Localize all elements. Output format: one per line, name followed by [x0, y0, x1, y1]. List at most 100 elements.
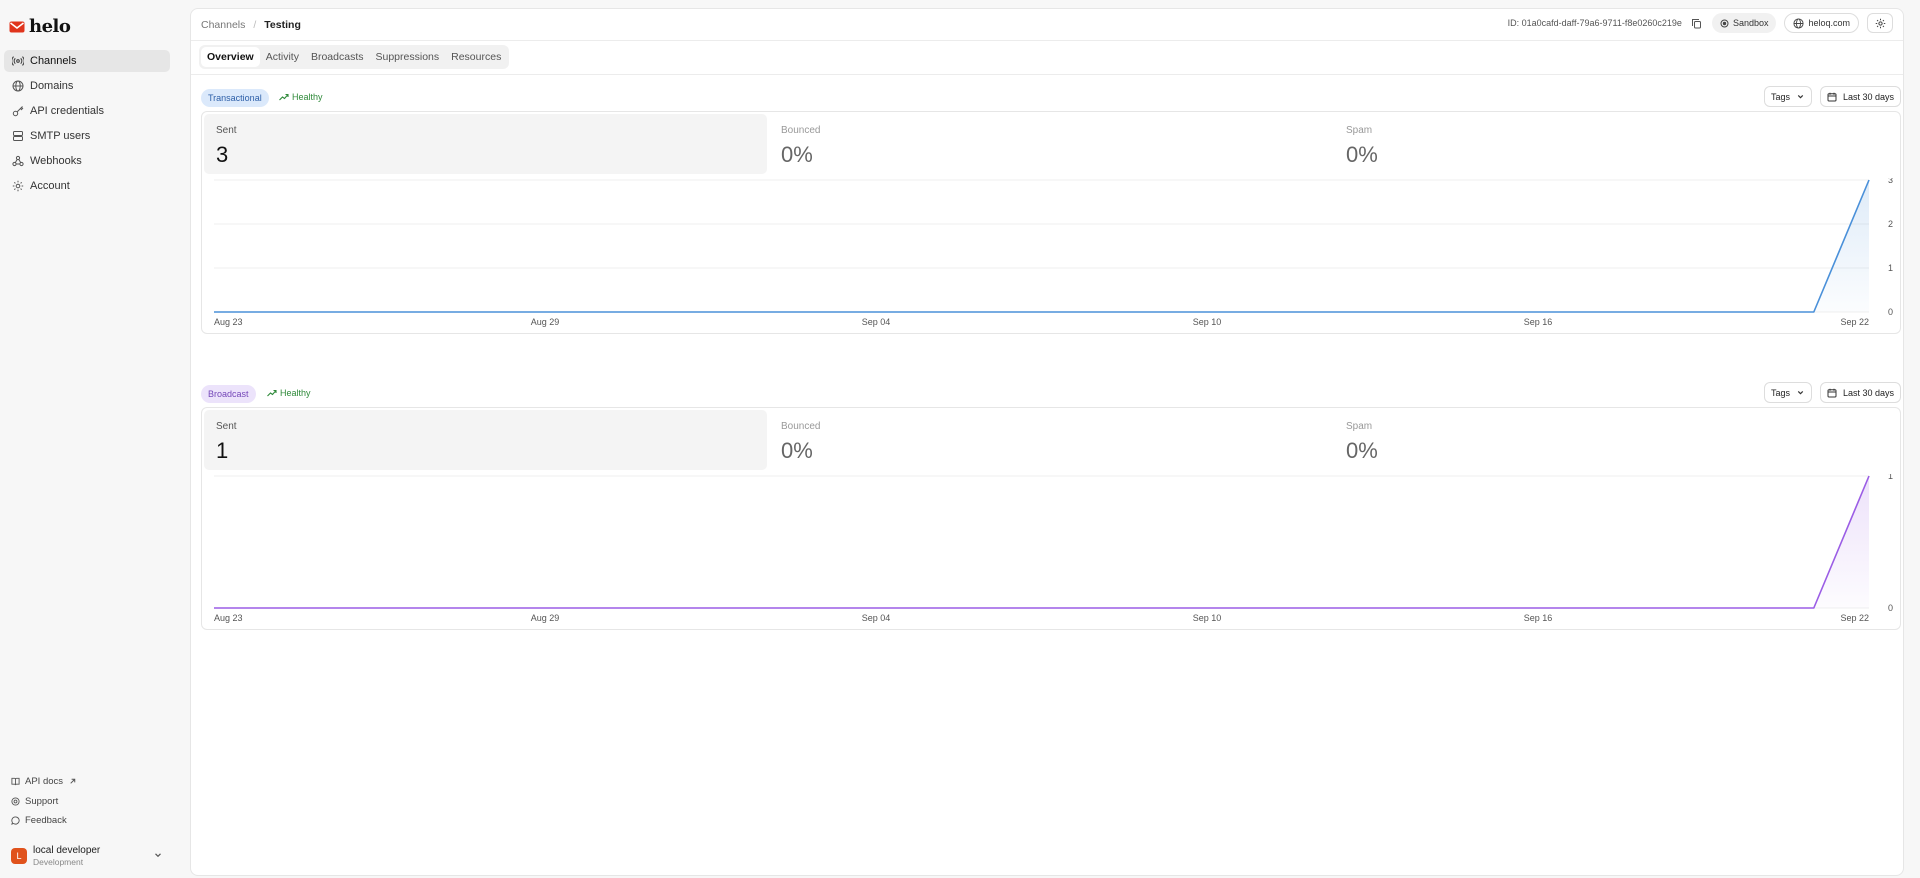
stat-label: Sent — [216, 421, 237, 432]
y-tick-label: 0 — [1888, 307, 1893, 317]
bounced-stat[interactable]: Bounced 0% — [769, 410, 1332, 470]
data-point — [1758, 607, 1760, 609]
server-icon — [13, 131, 23, 141]
data-point — [710, 607, 712, 609]
series-area — [214, 476, 1869, 608]
x-tick-label: Sep 22 — [1840, 613, 1869, 623]
data-point — [986, 607, 988, 609]
sidebar-item-label: Channels — [30, 55, 77, 67]
sidebar-item-smtp-users[interactable]: SMTP users — [4, 125, 170, 147]
app-logo[interactable]: helo — [9, 16, 71, 37]
sent-stat[interactable]: Sent 3 — [204, 114, 767, 174]
stat-value: 0% — [1346, 438, 1378, 463]
spam-stat[interactable]: Spam 0% — [1334, 114, 1897, 174]
stat-value: 0% — [781, 438, 813, 463]
data-point — [1151, 607, 1153, 609]
data-point — [1151, 311, 1153, 313]
feedback-link[interactable]: Feedback — [11, 811, 77, 831]
sidebar-item-api-credentials[interactable]: API credentials — [4, 100, 170, 122]
data-point — [1427, 311, 1429, 313]
sidebar-item-account[interactable]: Account — [4, 175, 170, 197]
chevron-down-icon — [1797, 391, 1804, 395]
tags-filter-button[interactable]: Tags — [1763, 86, 1812, 107]
sandbox-badge[interactable]: Sandbox — [1711, 13, 1777, 33]
data-point — [213, 607, 215, 609]
user-menu[interactable]: L local developer Development — [11, 843, 163, 869]
radio-icon — [12, 56, 24, 66]
data-point — [1482, 607, 1484, 609]
tab-activity[interactable]: Activity — [260, 47, 305, 67]
data-point — [1041, 311, 1043, 313]
stat-label: Bounced — [781, 125, 821, 136]
support-link[interactable]: Support — [11, 792, 77, 812]
data-point — [1317, 607, 1319, 609]
sidebar-item-label: SMTP users — [30, 130, 91, 142]
data-point — [1317, 311, 1319, 313]
data-point — [379, 311, 381, 313]
domain-selector[interactable]: heloq.com — [1784, 13, 1859, 33]
globe-icon — [12, 80, 24, 92]
data-point — [1261, 311, 1263, 313]
sidebar-item-label: API credentials — [30, 105, 104, 117]
data-point — [1813, 607, 1815, 609]
data-point — [875, 311, 877, 313]
api-docs-label: API docs — [25, 776, 64, 788]
gear-icon — [1875, 18, 1885, 28]
webhook-icon — [12, 155, 24, 167]
x-tick-label: Aug 23 — [214, 613, 243, 623]
tab-overview[interactable]: Overview — [201, 47, 260, 67]
metrics-card: Sent 3 Bounced 0% Spam 0% 0 1 2 3 Aug 23 Aug … — [201, 111, 1901, 334]
breadcrumb-channels[interactable]: Channels — [201, 19, 245, 31]
tags-filter-button[interactable]: Tags — [1763, 382, 1812, 403]
data-point — [544, 311, 546, 313]
tab-suppressions[interactable]: Suppressions — [370, 47, 446, 67]
data-point — [986, 311, 988, 313]
app-name: helo — [29, 16, 71, 37]
sent-stat[interactable]: Sent 1 — [204, 410, 767, 470]
bounced-stat[interactable]: Bounced 0% — [769, 114, 1332, 174]
data-point — [1703, 607, 1705, 609]
trend-up-icon — [279, 93, 289, 101]
tags-label: Tags — [1770, 91, 1790, 102]
gear-icon — [12, 180, 24, 192]
data-point — [544, 607, 546, 609]
spam-stat[interactable]: Spam 0% — [1334, 410, 1897, 470]
external-link-icon — [70, 779, 76, 784]
channel-settings-button[interactable] — [1867, 13, 1893, 33]
date-range-button[interactable]: Last 30 days — [1819, 382, 1901, 403]
data-point — [324, 607, 326, 609]
data-point — [1206, 607, 1208, 609]
tags-label: Tags — [1770, 387, 1790, 398]
sent-chart: 0 1 Aug 23 Aug 29 Sep 04 Sep 10 Sep 16 Sep 22 — [213, 474, 1893, 623]
metrics-card: Sent 1 Bounced 0% Spam 0% 0 1 Aug 23 Aug 29… — [201, 407, 1901, 630]
tab-broadcasts[interactable]: Broadcasts — [305, 47, 370, 67]
sidebar-item-domains[interactable]: Domains — [4, 75, 170, 97]
user-environment: Development — [33, 856, 84, 867]
globe-icon — [1793, 17, 1805, 29]
data-point — [710, 311, 712, 313]
date-range-label: Last 30 days — [1842, 91, 1894, 102]
sidebar-item-channels[interactable]: Channels — [4, 50, 170, 72]
data-point — [1592, 311, 1594, 313]
data-point — [1041, 607, 1043, 609]
date-range-label: Last 30 days — [1842, 387, 1894, 398]
tab-resources[interactable]: Resources — [445, 47, 507, 67]
domain-label: heloq.com — [1808, 18, 1850, 28]
y-tick-label: 0 — [1888, 603, 1893, 613]
series-area — [214, 180, 1869, 312]
api-docs-link[interactable]: API docs — [11, 772, 77, 792]
data-point — [1372, 607, 1374, 609]
data-point — [1758, 311, 1760, 313]
x-tick-label: Aug 29 — [531, 317, 560, 327]
data-point — [213, 311, 215, 313]
date-range-button[interactable]: Last 30 days — [1819, 86, 1901, 107]
sidebar-item-webhooks[interactable]: Webhooks — [4, 150, 170, 172]
feedback-label: Feedback — [25, 815, 67, 827]
copy-id-button[interactable] — [1690, 16, 1704, 30]
copy-icon — [1692, 18, 1702, 28]
data-point — [599, 311, 601, 313]
x-tick-label: Sep 16 — [1524, 317, 1553, 327]
data-point — [489, 607, 491, 609]
broadcast-section: Broadcast Healthy Tags Last 30 days Sent — [201, 382, 1901, 630]
health-status: Healthy — [279, 92, 323, 102]
